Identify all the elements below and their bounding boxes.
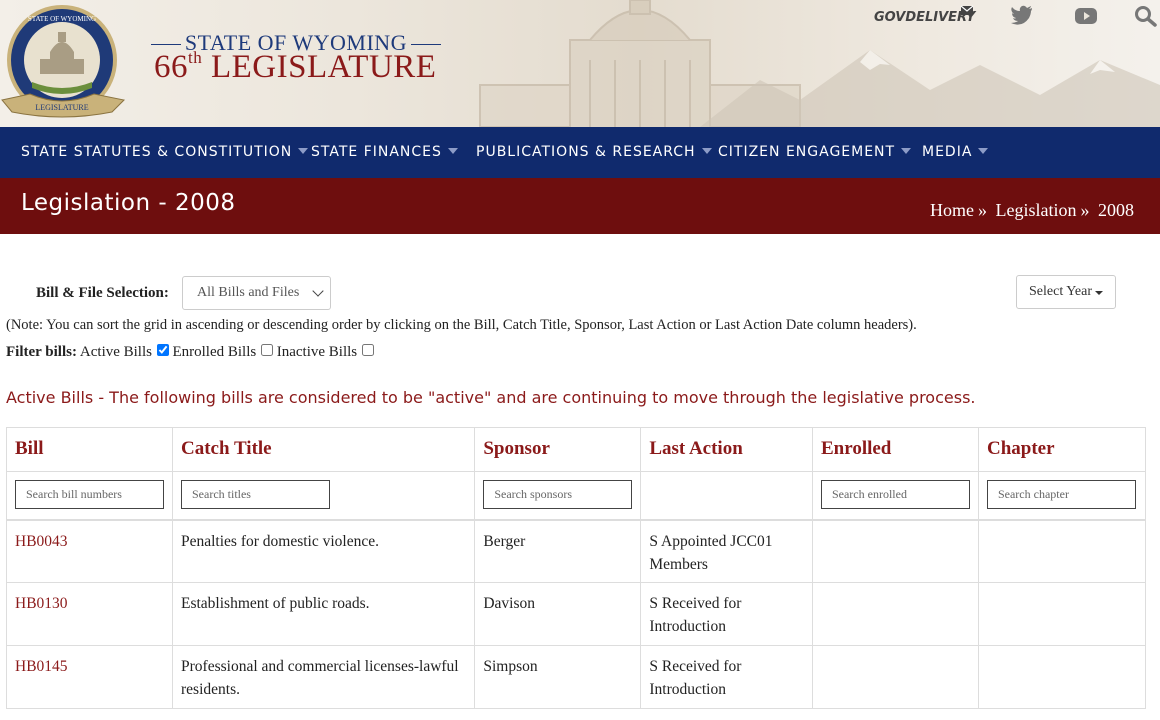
cell-last-action: S Appointed JCC01 Members	[640, 519, 813, 583]
table-row: HB0145 Professional and commercial licen…	[6, 645, 1147, 709]
column-header-sponsor[interactable]: Sponsor	[474, 427, 642, 472]
site-title[interactable]: STATE OF WYOMING 66th LEGISLATURE	[146, 26, 446, 86]
search-sponsor-input[interactable]	[483, 480, 633, 509]
bill-link[interactable]: HB0145	[15, 658, 68, 675]
main-nav: STATE STATUTES & CONSTITUTION STATE FINA…	[0, 127, 1160, 178]
page-title: Legislation - 2008	[21, 190, 236, 216]
sort-note: (Note: You can sort the grid in ascendin…	[6, 317, 917, 333]
title-legislature: LEGISLATURE	[210, 49, 437, 85]
cell-catch-title: Establishment of public roads.	[171, 582, 476, 646]
cell-chapter	[977, 582, 1147, 646]
breadcrumb-current: 2008	[1098, 200, 1134, 220]
filter-active-label: Active Bills	[79, 344, 152, 360]
filter-inactive-checkbox[interactable]	[361, 344, 374, 356]
cell-catch-title: Professional and commercial licenses-law…	[171, 645, 476, 709]
breadcrumb-legislation-link[interactable]: Legislation	[996, 200, 1077, 220]
cell-catch-title: Penalties for domestic violence.	[171, 519, 476, 583]
chevron-down-icon	[978, 148, 989, 154]
chevron-down-icon	[901, 148, 912, 154]
svg-text:LEGISLATURE: LEGISLATURE	[35, 103, 88, 112]
title-ordinal-suffix: th	[188, 48, 203, 67]
select-year-label: Select Year	[1029, 284, 1092, 299]
chevron-down-icon	[298, 148, 309, 154]
cell-sponsor: Berger	[474, 519, 642, 583]
active-bills-heading: Active Bills - The following bills are c…	[6, 388, 976, 407]
cell-enrolled	[811, 582, 979, 646]
cell-last-action: S Received for Introduction	[640, 582, 813, 646]
breadcrumb-home-link[interactable]: Home	[930, 200, 974, 220]
chevron-down-icon	[312, 285, 324, 297]
bill-file-selection-label: Bill & File Selection:	[36, 285, 169, 301]
title-rule-left	[150, 44, 181, 46]
nav-item-citizen-engagement[interactable]: CITIZEN ENGAGEMENT	[718, 127, 912, 178]
nav-item-label: STATE STATUTES & CONSTITUTION	[21, 144, 293, 160]
filter-active-checkbox[interactable]	[156, 344, 169, 356]
nav-item-statutes[interactable]: STATE STATUTES & CONSTITUTION	[21, 127, 309, 178]
nav-item-finances[interactable]: STATE FINANCES	[311, 127, 458, 178]
nav-item-label: CITIZEN ENGAGEMENT	[718, 144, 896, 160]
nav-item-media[interactable]: MEDIA	[922, 127, 989, 178]
caret-down-icon	[1095, 291, 1103, 295]
cell-chapter	[977, 645, 1147, 709]
page-banner: Legislation - 2008 Home» Legislation» 20…	[0, 178, 1160, 234]
column-header-last-action[interactable]: Last Action	[640, 427, 813, 472]
column-header-catch-title[interactable]: Catch Title	[171, 427, 476, 472]
mountains-background-image	[700, 50, 1160, 127]
bill-link[interactable]: HB0130	[15, 595, 68, 612]
table-header-row: Bill Catch Title Sponsor Last Action Enr…	[6, 427, 1147, 472]
bill-file-selection-dropdown[interactable]: All Bills and Files	[182, 276, 331, 310]
filter-inactive-label: Inactive Bills	[276, 344, 358, 360]
nav-item-label: PUBLICATIONS & RESEARCH	[476, 144, 696, 160]
breadcrumb-separator: »	[1080, 200, 1090, 220]
bills-table: Bill Catch Title Sponsor Last Action Enr…	[6, 427, 1147, 709]
filter-bills-label: Filter bills:	[6, 344, 77, 360]
legislature-seal-logo[interactable]: LEGISLATURE STATE OF WYOMING	[0, 4, 126, 122]
chevron-down-icon	[701, 148, 712, 154]
column-header-enrolled[interactable]: Enrolled	[811, 427, 979, 472]
filter-bills-row: Filter bills: Active Bills Enrolled Bill…	[6, 344, 374, 361]
bill-file-selection-value: All Bills and Files	[197, 285, 300, 300]
cell-chapter	[977, 519, 1147, 583]
cell-sponsor: Simpson	[474, 645, 642, 709]
twitter-icon[interactable]	[1010, 4, 1034, 26]
youtube-icon[interactable]	[1074, 5, 1098, 27]
search-enrolled-input[interactable]	[820, 480, 970, 509]
svg-text:STATE OF WYOMING: STATE OF WYOMING	[28, 15, 96, 23]
search-last-action-empty	[640, 471, 813, 521]
chevron-down-icon	[447, 148, 458, 154]
breadcrumb-separator: »	[978, 200, 988, 220]
nav-item-publications[interactable]: PUBLICATIONS & RESEARCH	[476, 127, 712, 178]
select-year-button[interactable]: Select Year	[1016, 275, 1116, 309]
filter-enrolled-checkbox[interactable]	[260, 344, 273, 356]
search-bill-input[interactable]	[15, 480, 164, 509]
title-ordinal: 66	[154, 49, 188, 85]
breadcrumb: Home» Legislation» 2008	[928, 200, 1136, 221]
bill-link[interactable]: HB0043	[15, 533, 68, 550]
cell-enrolled	[811, 519, 979, 583]
table-search-row	[6, 471, 1147, 521]
search-chapter-input[interactable]	[986, 480, 1136, 509]
top-utility-bar: GOVDELIVERY	[860, 4, 1160, 28]
filter-enrolled-label: Enrolled Bills	[172, 344, 257, 360]
cell-sponsor: Davison	[474, 582, 642, 646]
mail-icon[interactable]	[960, 4, 976, 18]
nav-item-label: MEDIA	[922, 144, 973, 160]
column-header-chapter[interactable]: Chapter	[977, 427, 1147, 472]
site-header: LEGISLATURE STATE OF WYOMING STATE OF WY…	[0, 0, 1160, 127]
column-header-bill[interactable]: Bill	[6, 427, 173, 472]
cell-enrolled	[811, 645, 979, 709]
table-row: HB0130 Establishment of public roads. Da…	[6, 582, 1147, 646]
title-rule-right	[411, 44, 442, 46]
search-icon[interactable]	[1134, 5, 1158, 27]
nav-item-label: STATE FINANCES	[311, 144, 442, 160]
search-title-input[interactable]	[181, 480, 330, 509]
table-row: HB0043 Penalties for domestic violence. …	[6, 519, 1147, 583]
cell-last-action: S Received for Introduction	[640, 645, 813, 709]
